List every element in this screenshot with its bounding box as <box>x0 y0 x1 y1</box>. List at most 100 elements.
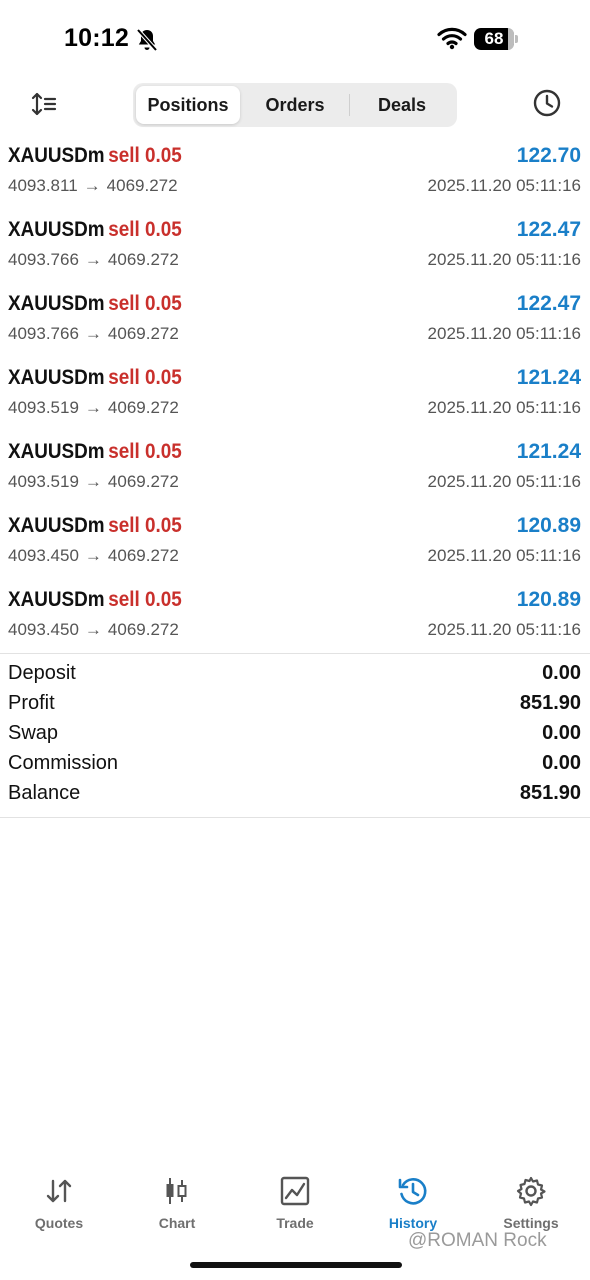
trade-chart-icon <box>280 1176 310 1206</box>
symbol-text: XAUUSDm <box>8 366 105 389</box>
gear-icon <box>516 1176 546 1207</box>
summary-value: 0.00 <box>542 752 581 774</box>
position-time: 2025.11.20 05:11:16 <box>427 324 581 343</box>
side-volume: sell 0.05 <box>108 144 182 167</box>
bell-muted-icon <box>136 28 158 52</box>
open-price: 4093.519 <box>8 472 79 491</box>
summary-row-profit: Profit 851.90 <box>0 692 590 722</box>
arrow-right-icon: → <box>84 324 102 343</box>
volume-text: 0.05 <box>145 292 182 315</box>
positions-list: XAUUSDm sell 0.05 122.70 4093.811 → 4069.272 2… <box>0 138 590 656</box>
open-price: 4093.450 <box>8 546 79 565</box>
position-symbol: XAUUSDm sell 0.05 <box>8 218 182 242</box>
side-volume: sell 0.05 <box>108 514 182 537</box>
volume-text: 0.05 <box>145 514 182 537</box>
summary-row-commission: Commission 0.00 <box>0 752 590 782</box>
symbol-text: XAUUSDm <box>8 440 105 463</box>
summary-value: 851.90 <box>519 782 581 804</box>
close-price: 4069.272 <box>107 398 179 417</box>
position-prices: 4093.450 → 4069.272 <box>8 546 179 566</box>
position-time: 2025.11.20 05:11:16 <box>427 472 581 491</box>
position-symbol: XAUUSDm sell 0.05 <box>8 366 182 390</box>
close-price: 4069.272 <box>106 176 178 195</box>
clock-icon[interactable] <box>532 88 562 118</box>
position-profit: 120.89 <box>516 588 581 611</box>
side-text: sell <box>108 440 140 463</box>
position-symbol: XAUUSDm sell 0.05 <box>8 514 182 538</box>
symbol-text: XAUUSDm <box>8 588 105 611</box>
volume-text: 0.05 <box>145 440 182 463</box>
position-symbol: XAUUSDm sell 0.05 <box>8 292 182 316</box>
history-clock-icon <box>398 1178 427 1205</box>
position-prices: 4093.811 → 4069.272 <box>8 176 178 196</box>
summary-row-swap: Swap 0.00 <box>0 722 590 752</box>
summary-row-balance: Balance 851.90 <box>0 782 590 812</box>
summary-label: Deposit <box>8 662 76 684</box>
position-row[interactable]: XAUUSDm sell 0.05 121.24 4093.519 → 4069.272 2… <box>0 434 590 508</box>
side-text: sell <box>108 366 140 389</box>
position-row[interactable]: XAUUSDm sell 0.05 122.47 4093.766 → 4069.272 2… <box>0 212 590 286</box>
arrow-right-icon: → <box>84 620 102 639</box>
status-bar: 10:12 68 <box>0 0 590 80</box>
open-price: 4093.766 <box>8 324 79 343</box>
position-row[interactable]: XAUUSDm sell 0.05 121.24 4093.519 → 4069.272 2… <box>0 360 590 434</box>
arrow-right-icon: → <box>84 250 102 269</box>
summary-panel: Deposit 0.00 Profit 851.90 Swap 0.00 Commissio… <box>0 662 590 812</box>
tab-quotes[interactable]: Quotes <box>0 1170 118 1240</box>
candlestick-chart-icon <box>166 1178 187 1204</box>
close-price: 4069.272 <box>107 620 179 639</box>
arrow-right-icon: → <box>84 546 102 565</box>
tab-settings-label: Settings <box>503 1215 559 1231</box>
position-row[interactable]: XAUUSDm sell 0.05 122.70 4093.811 → 4069.272 2… <box>0 138 590 212</box>
open-price: 4093.766 <box>8 250 79 269</box>
status-time: 10:12 <box>64 24 129 52</box>
position-row[interactable]: XAUUSDm sell 0.05 122.47 4093.766 → 4069.272 2… <box>0 286 590 360</box>
arrow-right-icon: → <box>84 472 102 491</box>
position-symbol: XAUUSDm sell 0.05 <box>8 144 182 168</box>
sort-icon[interactable] <box>30 90 58 118</box>
tab-positions[interactable]: Positions <box>136 86 240 124</box>
position-row[interactable]: XAUUSDm sell 0.05 120.89 4093.450 → 4069.272 2… <box>0 508 590 582</box>
tab-chart-label: Chart <box>158 1215 196 1231</box>
tab-quotes-label: Quotes <box>34 1215 84 1231</box>
symbol-text: XAUUSDm <box>8 292 105 315</box>
summary-divider-top <box>0 653 590 654</box>
side-volume: sell 0.05 <box>108 366 182 389</box>
position-time: 2025.11.20 05:11:16 <box>427 620 581 639</box>
position-prices: 4093.450 → 4069.272 <box>8 620 179 640</box>
summary-divider-bottom <box>0 817 590 818</box>
symbol-text: XAUUSDm <box>8 218 105 241</box>
side-volume: sell 0.05 <box>108 440 182 463</box>
position-prices: 4093.519 → 4069.272 <box>8 472 179 492</box>
position-time: 2025.11.20 05:11:16 <box>427 546 581 565</box>
position-profit: 121.24 <box>516 366 581 389</box>
tab-history-label: History <box>388 1215 438 1231</box>
position-profit: 122.47 <box>516 218 581 241</box>
quotes-arrows-icon <box>46 1179 72 1203</box>
summary-value: 0.00 <box>542 662 581 684</box>
tab-trade[interactable]: Trade <box>236 1170 354 1240</box>
position-profit: 120.89 <box>516 514 581 537</box>
position-profit: 121.24 <box>516 440 581 463</box>
summary-label: Commission <box>8 752 119 774</box>
tab-orders[interactable]: Orders <box>243 86 347 124</box>
position-profit: 122.70 <box>516 144 581 167</box>
summary-row-deposit: Deposit 0.00 <box>0 662 590 692</box>
summary-value: 851.90 <box>519 692 581 714</box>
volume-text: 0.05 <box>145 144 182 167</box>
arrow-right-icon: → <box>84 398 102 417</box>
tab-trade-label: Trade <box>276 1215 314 1231</box>
tab-deals[interactable]: Deals <box>350 86 454 124</box>
position-row[interactable]: XAUUSDm sell 0.05 120.89 4093.450 → 4069.272 2… <box>0 582 590 656</box>
close-price: 4069.272 <box>107 250 179 269</box>
home-indicator <box>190 1262 402 1268</box>
side-text: sell <box>108 144 140 167</box>
side-text: sell <box>108 292 140 315</box>
volume-text: 0.05 <box>145 366 182 389</box>
side-text: sell <box>108 588 140 611</box>
close-price: 4069.272 <box>107 546 179 565</box>
tab-chart[interactable]: Chart <box>118 1170 236 1240</box>
position-time: 2025.11.20 05:11:16 <box>427 398 581 417</box>
position-prices: 4093.519 → 4069.272 <box>8 398 179 418</box>
summary-label: Balance <box>8 782 81 804</box>
